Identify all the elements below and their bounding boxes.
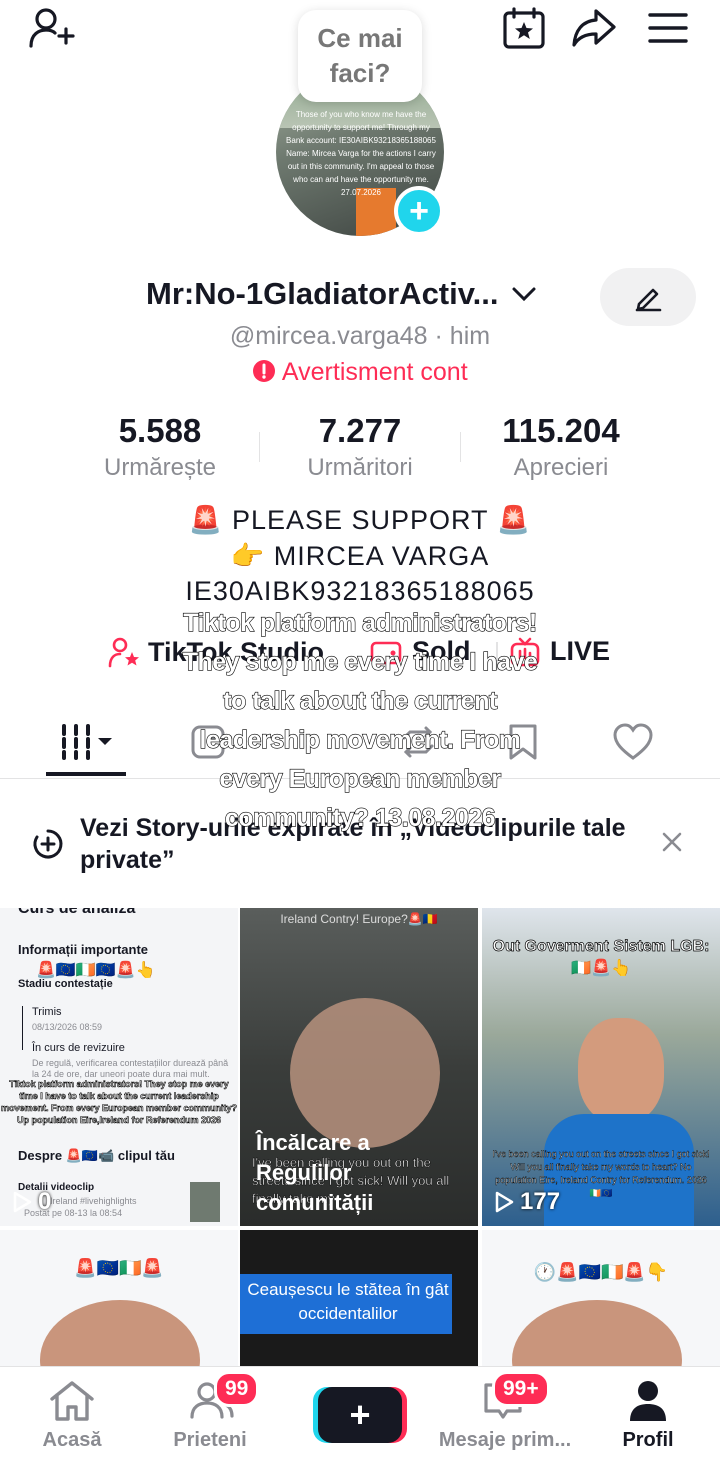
step-review: În curs de revizuire	[32, 1042, 125, 1054]
stat-likes[interactable]: 115.204 Aprecieri	[461, 412, 661, 482]
home-icon	[50, 1381, 94, 1421]
play-icon	[495, 1191, 514, 1213]
video-thumbnail[interactable]: Ceaușescu le stătea în gât occidentalilo…	[240, 1230, 478, 1366]
stage-title: Stadiu contestație	[18, 978, 113, 990]
step-sent: Trimis	[32, 1006, 62, 1018]
video-thumbnail[interactable]: Ireland Contry! Europe?🚨🇷🇴 I've been cal…	[240, 908, 478, 1226]
bio-line: 👉 MIRCEA VARGA	[230, 541, 490, 571]
cell-caption: Tiktok platform administrators! They sto…	[0, 1079, 238, 1126]
video-thumbnail[interactable]: 🚨🇪🇺🇮🇪🚨	[0, 1230, 238, 1366]
add-friend-icon[interactable]	[28, 8, 76, 48]
followers-count: 7.277	[318, 412, 402, 449]
nav-friends-label: Prieteni	[173, 1429, 247, 1451]
person-head	[290, 998, 440, 1148]
nav-profile[interactable]: Profil	[576, 1367, 720, 1469]
mini-thumbnail	[190, 1182, 220, 1222]
video-grid-icon	[62, 724, 112, 760]
stat-followers[interactable]: 7.277 Urmăritori	[260, 412, 460, 482]
profile-icon	[630, 1381, 666, 1421]
timeline-line	[22, 1006, 23, 1050]
bio-line: 🚨 PLEASE SUPPORT 🚨	[188, 505, 532, 535]
play-count-text: 177	[520, 1188, 561, 1215]
nav-friends[interactable]: 99 Prieteni	[138, 1367, 282, 1469]
live-text: LIVE	[550, 636, 611, 666]
info-title: Informații importante	[18, 942, 149, 957]
profile-handle: @mircea.varga48 · him	[229, 322, 491, 350]
tab-videos[interactable]	[40, 710, 136, 774]
following-label: Urmărește	[103, 454, 217, 481]
status-bubble-text: Ce mai faci?	[317, 23, 403, 88]
nav-inbox-label: Mesaje prim...	[438, 1429, 572, 1451]
friends-badge: 99	[214, 1371, 260, 1407]
cell-top-text: 🚨🇪🇺🇮🇪🚨	[74, 1258, 164, 1278]
cell-top-text: Ireland Contry! Europe?🚨🇷🇴	[280, 912, 438, 926]
calendar-star-icon[interactable]	[500, 7, 548, 49]
step-sent-date: 08/13/2026 08:59	[32, 1022, 103, 1032]
cell-top-text: 🕐🚨🇪🇺🇮🇪🚨👇	[533, 1262, 669, 1282]
step-review-desc: De regulă, verificarea contestațiilor du…	[32, 1058, 229, 1079]
nav-home[interactable]: Acasă	[0, 1367, 144, 1469]
bottom-navigation: Acasă 99 Prieteni + 99+ Mesaje prim... P…	[0, 1366, 720, 1469]
cell-title: Ceaușescu le stătea în gât occidentalilo…	[247, 1280, 449, 1323]
likes-count: 115.204	[502, 412, 620, 449]
account-warning[interactable]: Avertisment cont	[0, 358, 720, 387]
alert-icon	[253, 360, 276, 382]
share-icon[interactable]	[570, 8, 618, 48]
play-icon	[13, 1191, 32, 1213]
cell-header-text: Curs de analiză	[18, 908, 136, 917]
active-tab-indicator	[46, 772, 126, 776]
floating-caption: Tiktok platform administrators! They sto…	[182, 608, 538, 832]
menu-icon[interactable]	[644, 8, 692, 48]
likes-label: Aprecieri	[513, 454, 609, 481]
studio-star-icon	[108, 637, 139, 668]
inbox-badge: 99+	[492, 1371, 550, 1407]
play-count-text: 0	[38, 1188, 52, 1215]
pencil-icon	[635, 288, 662, 312]
following-count: 5.588	[118, 412, 202, 449]
avatar-caption: Those of you who know me have the opport…	[286, 110, 436, 197]
cell-top-text: Out Goverment Sistem LGB:🇮🇪🚨👆	[492, 938, 710, 978]
video-thumbnail[interactable]: Curs de analiză Informații importante 🚨🇪…	[0, 908, 238, 1226]
video-thumbnail[interactable]: Out Goverment Sistem LGB:🇮🇪🚨👆 I've been …	[482, 908, 720, 1226]
close-icon[interactable]	[660, 830, 684, 854]
create-button[interactable]: +	[318, 1387, 402, 1443]
person-head	[40, 1300, 200, 1366]
profile-name-text: Mr:No-1GladiatorActiv...	[146, 276, 499, 311]
cell-emojis: 🚨🇪🇺🇮🇪🇪🇺🚨👆	[36, 962, 156, 979]
play-count: 0	[12, 1188, 51, 1216]
person-head	[578, 1018, 664, 1124]
tab-liked[interactable]	[585, 710, 681, 774]
heart-icon	[613, 723, 653, 760]
account-warning-text: Avertisment cont	[281, 358, 468, 386]
violation-title: Încălcare a Regulilor comunității	[256, 1130, 374, 1215]
nav-inbox[interactable]: 99+ Mesaje prim...	[432, 1367, 578, 1469]
profile-name[interactable]: Mr:No-1GladiatorActiv...	[146, 276, 537, 312]
followers-label: Urmăritori	[307, 454, 413, 481]
stat-following[interactable]: 5.588 Urmărește	[60, 412, 260, 482]
video-thumbnail[interactable]: 🕐🚨🇪🇺🇮🇪🚨👇	[482, 1230, 720, 1366]
add-story-button[interactable]: +	[394, 186, 444, 236]
person-head	[512, 1300, 682, 1366]
nav-home-label: Acasă	[42, 1429, 102, 1451]
chevron-down-icon[interactable]	[511, 284, 537, 304]
nav-profile-label: Profil	[622, 1429, 674, 1451]
play-count: 177	[494, 1188, 560, 1216]
story-plus-icon	[33, 829, 63, 859]
bio-line: IE30AIBK93218365188065	[185, 576, 535, 606]
detail-tags: Ireland #livehighlights	[50, 1196, 137, 1206]
about-clip: Despre 🚨🇪🇺📹 clipul tău	[18, 1148, 175, 1163]
status-bubble[interactable]: Ce mai faci?	[298, 10, 422, 102]
edit-profile-button[interactable]	[600, 268, 696, 326]
